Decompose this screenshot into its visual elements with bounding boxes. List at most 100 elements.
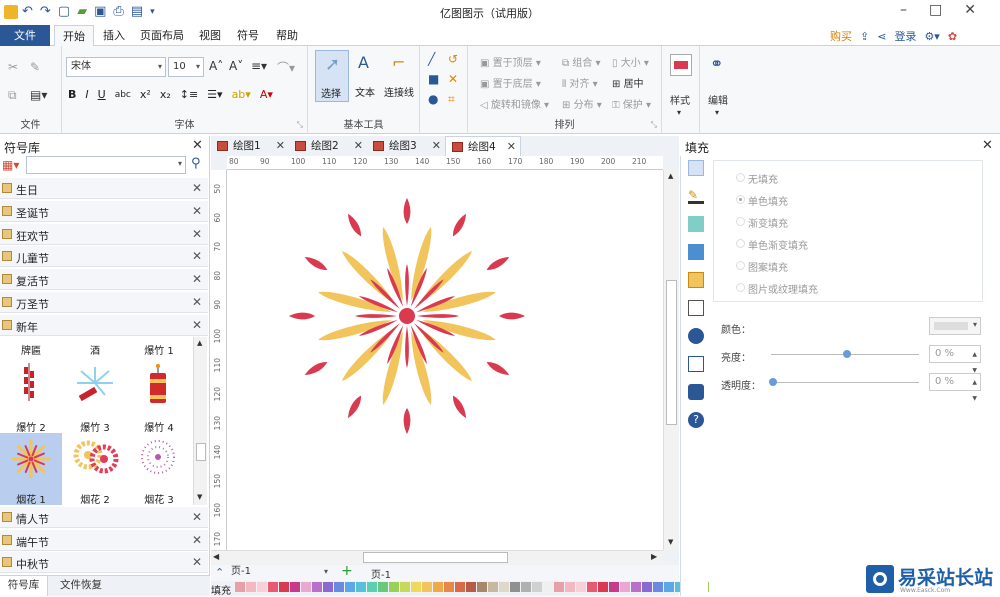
symbol-plaque[interactable]: 牌匾 [0, 342, 62, 357]
line-spacing-icon[interactable]: ↕≡ [180, 88, 198, 101]
close-icon[interactable]: ✕ [432, 136, 441, 156]
palette-swatch[interactable] [488, 582, 498, 592]
connector-tool-button[interactable]: ⌐ 连接线 [384, 50, 418, 102]
scroll-right-icon[interactable]: ▶ [651, 552, 657, 561]
align-button[interactable]: ⫴ 对齐 ▾ [562, 75, 598, 90]
category-birthday[interactable]: 生日 ✕ [0, 178, 208, 199]
category-carnival[interactable]: 狂欢节 ✕ [0, 224, 208, 245]
tab-insert[interactable]: 插入 [96, 25, 132, 46]
italic-icon[interactable]: I [85, 88, 88, 101]
palette-swatch[interactable] [400, 582, 410, 592]
radio-no-fill[interactable] [736, 173, 745, 182]
library-scrollbar[interactable]: ▲ ▼ [193, 337, 207, 505]
brightness-spinner[interactable]: 0 % ▲ ▼ [929, 345, 981, 374]
group-button[interactable]: ⧉ 组合 ▾ [562, 54, 601, 69]
library-search-input[interactable]: ▾ [26, 156, 186, 174]
strikethrough-icon[interactable]: abc [115, 90, 131, 100]
palette-swatch[interactable] [576, 582, 586, 592]
login-link[interactable]: 登录 [894, 28, 916, 44]
symbol-firework-1[interactable]: 烟花 1 [0, 491, 62, 505]
symbol-firecracker-3[interactable]: 爆竹 3 [64, 419, 126, 434]
category-valentines[interactable]: 情人节 ✕ [0, 507, 208, 528]
palette-swatch[interactable] [433, 582, 443, 592]
search-icon[interactable]: ⚲ [191, 156, 201, 171]
bullets-icon[interactable]: ☰▾ [207, 88, 222, 101]
note-panel-icon[interactable] [688, 356, 704, 372]
add-page-icon[interactable]: + [341, 563, 353, 579]
close-icon[interactable]: ✕ [192, 295, 202, 309]
tab-symbols[interactable]: 符号 [230, 25, 266, 46]
arc-tool-icon[interactable]: ↺ [448, 52, 458, 66]
subscript-icon[interactable]: x₂ [160, 88, 171, 101]
palette-swatch[interactable] [422, 582, 432, 592]
font-size-select[interactable]: 10 ▾ [168, 57, 204, 77]
tab-symbol-library[interactable]: 符号库 [0, 576, 48, 596]
palette-swatch[interactable] [323, 582, 333, 592]
symbol-firework-3[interactable]: 烟花 3 [128, 491, 190, 505]
palette-swatch[interactable] [631, 582, 641, 592]
palette-swatch[interactable] [246, 582, 256, 592]
undo-icon[interactable]: ↶ [22, 4, 33, 19]
canvas-hscroll-thumb[interactable] [363, 552, 508, 563]
tab-view[interactable]: 视图 [192, 25, 228, 46]
palette-swatch[interactable] [642, 582, 652, 592]
crop-tool-icon[interactable]: ⌗ [448, 92, 455, 107]
category-christmas[interactable]: 圣诞节 ✕ [0, 201, 208, 222]
palette-swatch[interactable] [411, 582, 421, 592]
palette-swatch[interactable] [466, 582, 476, 592]
palette-swatch[interactable] [587, 582, 597, 592]
doc-tab-3[interactable]: 绘图3 ✕ [367, 136, 441, 156]
drawing-canvas[interactable] [227, 170, 663, 550]
palette-swatch[interactable] [279, 582, 289, 592]
close-icon[interactable]: ✕ [192, 249, 202, 263]
scroll-up-icon[interactable]: ▲ [197, 339, 202, 347]
ellipse-tool-icon[interactable]: ● [428, 92, 438, 106]
font-name-select[interactable]: 宋体 ▾ [66, 57, 166, 77]
close-button[interactable]: ✕ [964, 2, 976, 18]
close-icon[interactable]: ✕ [276, 136, 285, 156]
font-dialog-launcher-icon[interactable]: ⤡ [297, 120, 303, 130]
radio-texture-fill[interactable] [736, 283, 745, 292]
send-back-button[interactable]: ▣ 置于底层 ▾ [480, 75, 541, 90]
settings-icon[interactable]: ⚙▾ [924, 30, 939, 43]
palette-swatch[interactable] [521, 582, 531, 592]
distribute-button[interactable]: ⊞ 分布 ▾ [562, 96, 602, 111]
close-icon[interactable]: ✕ [192, 272, 202, 286]
pages-up-icon[interactable]: ⌃ [215, 566, 224, 579]
palette-swatch[interactable] [598, 582, 608, 592]
style-icon[interactable] [670, 54, 692, 76]
style-dropdown-icon[interactable]: ▾ [677, 108, 681, 117]
palette-swatch[interactable] [653, 582, 663, 592]
rectangle-tool-icon[interactable]: ■ [428, 72, 439, 86]
transparency-spinner[interactable]: 0 % ▲ ▼ [929, 373, 981, 402]
print-icon[interactable]: ⎙ [113, 4, 123, 19]
category-mid-autumn[interactable]: 中秋节 ✕ [0, 552, 208, 573]
category-new-year[interactable]: 新年 ✕ [0, 315, 208, 336]
page-tab[interactable]: 页-1 [371, 566, 391, 581]
export-icon[interactable]: ▤ [131, 4, 143, 19]
shadow-panel-icon[interactable] [688, 216, 704, 232]
edit-button[interactable]: 编辑 [708, 92, 728, 107]
palette-swatch[interactable] [455, 582, 465, 592]
buy-link[interactable]: 购买 [830, 28, 852, 44]
underline-icon[interactable]: U [98, 88, 106, 101]
line-tool-icon[interactable]: ╱ [428, 52, 435, 66]
canvas-vertical-scrollbar[interactable]: ▲ ▼ [663, 170, 679, 550]
tab-page-layout[interactable]: 页面布局 [136, 25, 188, 46]
palette-swatch[interactable] [290, 582, 300, 592]
fill-panel-icon[interactable] [688, 160, 704, 176]
binoculars-icon[interactable]: ⚭ [710, 54, 723, 73]
close-icon[interactable]: ✕ [354, 136, 363, 156]
library-close-icon[interactable]: ✕ [192, 138, 203, 153]
symbol-firework-2[interactable]: 烟花 2 [64, 491, 126, 505]
select-tool-button[interactable]: ➚ 选择 [315, 50, 349, 102]
redo-icon[interactable]: ↷ [40, 4, 51, 19]
edit-dropdown-icon[interactable]: ▾ [715, 108, 719, 117]
open-icon[interactable]: ▰ [77, 4, 87, 19]
category-childrens-day[interactable]: 儿童节 ✕ [0, 246, 208, 267]
text-tool-button[interactable]: A 文本 [352, 50, 382, 102]
format-painter-icon[interactable]: ✎ [30, 60, 40, 74]
arrange-dialog-launcher-icon[interactable]: ⤡ [651, 120, 657, 130]
category-halloween[interactable]: 万圣节 ✕ [0, 292, 208, 313]
radio-pattern-fill[interactable] [736, 261, 745, 270]
